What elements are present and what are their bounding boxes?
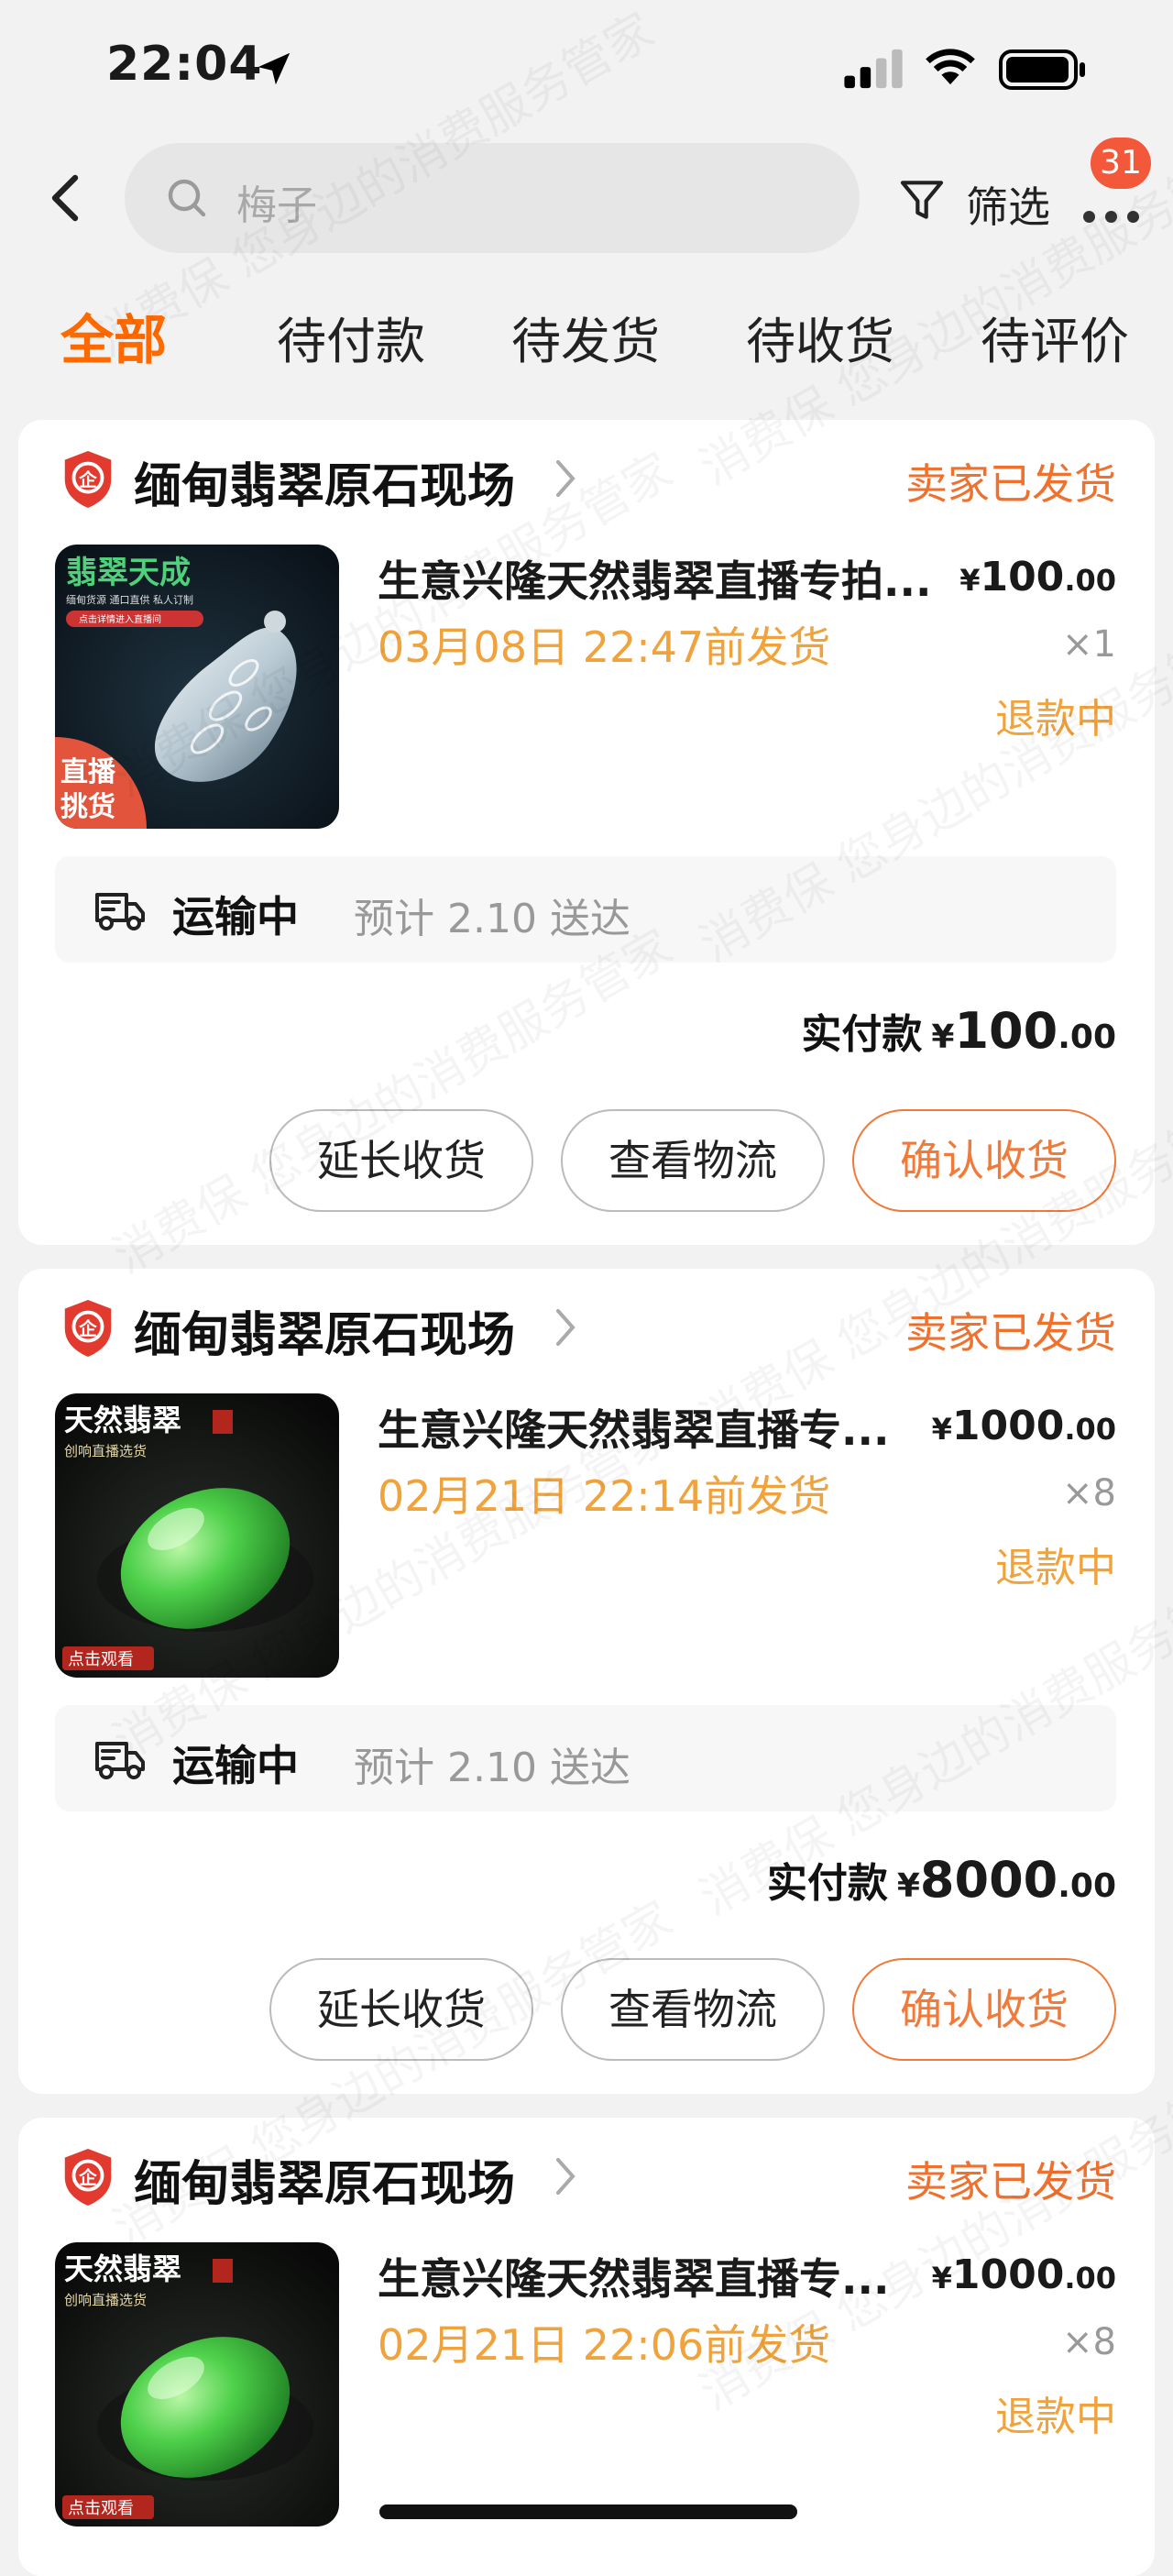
product-quantity: ×8 — [1062, 2321, 1116, 2363]
logistics-summary[interactable]: 运输中 预计 2.10 送达 — [55, 1705, 1116, 1811]
filter-funnel-icon — [900, 181, 944, 219]
order-tabs: 全部 待付款 待发货 待收货 待评价 — [0, 292, 1173, 383]
product-quantity: ×1 — [1062, 623, 1116, 666]
svg-text:企: 企 — [78, 1318, 97, 1339]
svg-text:直播: 直播 — [60, 756, 116, 788]
shipping-eta: 预计 2.10 送达 — [354, 896, 630, 942]
svg-text:创响直播选货: 创响直播选货 — [64, 1443, 147, 1459]
shop-name[interactable]: 缅甸翡翠原石现场 — [134, 2145, 515, 2214]
search-icon — [168, 179, 206, 217]
svg-text:天然翡翠: 天然翡翠 — [64, 2251, 181, 2286]
refund-status[interactable]: 退款中 — [995, 686, 1116, 744]
order-card[interactable]: 企 缅甸翡翠原石现场 卖家已发货 翡翠天成 缅甸货源 通口直供 私人订制 点击详… — [18, 420, 1155, 1245]
svg-text:点击观看: 点击观看 — [68, 1650, 134, 1669]
search-bar[interactable]: 梅子 — [125, 143, 860, 253]
svg-text:翡翠天成: 翡翠天成 — [66, 555, 191, 591]
wifi-icon — [926, 49, 975, 85]
shipping-status: 运输中 — [172, 1741, 299, 1790]
shop-name[interactable]: 缅甸翡翠原石现场 — [134, 1296, 515, 1365]
order-status: 卖家已发货 — [905, 2157, 1116, 2207]
svg-text:企: 企 — [78, 469, 97, 490]
svg-text:点击详情进入直播间: 点击详情进入直播间 — [79, 613, 161, 625]
filter-button[interactable]: 筛选 — [896, 161, 1059, 235]
extend-receipt-button[interactable]: 延长收货 — [269, 1109, 533, 1212]
tab-pending-receipt[interactable]: 待收货 — [746, 301, 894, 373]
tab-all[interactable]: 全部 — [60, 297, 167, 374]
truck-icon — [95, 1742, 145, 1779]
cellular-signal-icon — [844, 49, 903, 89]
product-title[interactable]: 生意兴隆天然翡翠直播专拍... — [378, 548, 982, 609]
more-dots-icon — [1083, 211, 1139, 223]
refund-status[interactable]: 退款中 — [995, 2383, 1116, 2442]
order-status: 卖家已发货 — [905, 1308, 1116, 1358]
amount-paid: 实付款 ¥100.00 — [801, 1002, 1116, 1060]
amount-paid: 实付款 ¥8000.00 — [766, 1851, 1116, 1909]
tab-pending-shipment[interactable]: 待发货 — [511, 301, 660, 373]
tab-pending-review[interactable]: 待评价 — [981, 301, 1129, 373]
product-thumbnail[interactable]: 天然翡翠 创响直播选货 点击观看 — [55, 2242, 339, 2526]
shop-enterprise-icon: 企 — [64, 2148, 112, 2207]
product-price: ¥100.00 — [959, 554, 1116, 600]
location-arrow-icon — [258, 52, 291, 85]
order-card[interactable]: 企 缅甸翡翠原石现场 卖家已发货 天然翡翠 创响直播选货 点击观看 生意兴隆天然… — [18, 1269, 1155, 2094]
battery-icon — [999, 50, 1085, 90]
confirm-receipt-button[interactable]: 确认收货 — [852, 1109, 1116, 1212]
filter-label: 筛选 — [966, 182, 1050, 232]
product-thumbnail[interactable]: 天然翡翠 创响直播选货 点击观看 — [55, 1393, 339, 1678]
shipping-status: 运输中 — [172, 892, 299, 941]
status-bar: 22:04 — [0, 0, 1173, 138]
tab-pending-payment[interactable]: 待付款 — [277, 301, 425, 373]
svg-text:天然翡翠: 天然翡翠 — [64, 1403, 181, 1437]
ship-deadline: 03月08日 22:47前发货 — [378, 622, 831, 672]
shop-enterprise-icon: 企 — [64, 1299, 112, 1358]
back-arrow-icon[interactable] — [48, 172, 84, 224]
svg-text:企: 企 — [78, 2167, 97, 2188]
view-logistics-button[interactable]: 查看物流 — [561, 1109, 825, 1212]
order-status: 卖家已发货 — [905, 459, 1116, 509]
svg-text:点击观看: 点击观看 — [68, 2499, 134, 2518]
shipping-eta: 预计 2.10 送达 — [354, 1745, 630, 1791]
product-thumbnail[interactable]: 翡翠天成 缅甸货源 通口直供 私人订制 点击详情进入直播间 直播 挑货 — [55, 545, 339, 829]
product-price: ¥1000.00 — [931, 1403, 1116, 1449]
logistics-summary[interactable]: 运输中 预计 2.10 送达 — [55, 856, 1116, 963]
svg-text:挑货: 挑货 — [60, 791, 115, 823]
product-price: ¥1000.00 — [931, 2251, 1116, 2298]
status-time: 22:04 — [106, 37, 263, 92]
svg-text:创响直播选货: 创响直播选货 — [64, 2292, 147, 2308]
notification-badge: 31 — [1091, 138, 1151, 189]
product-title[interactable]: 生意兴隆天然翡翠直播专... — [378, 2246, 927, 2306]
truck-icon — [95, 893, 145, 930]
chevron-right-icon[interactable] — [554, 1307, 577, 1348]
extend-receipt-button[interactable]: 延长收货 — [269, 1958, 533, 2061]
product-title[interactable]: 生意兴隆天然翡翠直播专... — [378, 1397, 927, 1458]
chevron-right-icon[interactable] — [554, 2156, 577, 2196]
refund-status[interactable]: 退款中 — [995, 1535, 1116, 1593]
top-navigation: 梅子 筛选 31 — [0, 138, 1173, 257]
search-input[interactable]: 梅子 — [236, 172, 317, 231]
chevron-right-icon[interactable] — [554, 458, 577, 499]
svg-text:缅甸货源 通口直供 私人订制: 缅甸货源 通口直供 私人订制 — [66, 593, 193, 606]
shop-name[interactable]: 缅甸翡翠原石现场 — [134, 447, 515, 516]
view-logistics-button[interactable]: 查看物流 — [561, 1958, 825, 2061]
ship-deadline: 02月21日 22:06前发货 — [378, 2320, 831, 2370]
confirm-receipt-button[interactable]: 确认收货 — [852, 1958, 1116, 2061]
home-indicator[interactable] — [379, 2504, 797, 2519]
ship-deadline: 02月21日 22:14前发货 — [378, 1471, 831, 1521]
product-quantity: ×8 — [1062, 1472, 1116, 1514]
shop-enterprise-icon: 企 — [64, 450, 112, 509]
